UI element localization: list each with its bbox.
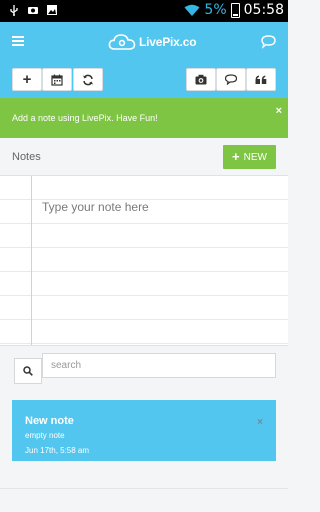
- list-item[interactable]: New note empty note Jun 17th, 5:58 am ×: [12, 400, 276, 461]
- notes-header: Notes + NEW: [0, 138, 288, 176]
- logo-text: LivePix.co: [139, 35, 197, 49]
- note-timestamp: Jun 17th, 5:58 am: [25, 446, 90, 455]
- camera-icon: [195, 74, 207, 85]
- search-button[interactable]: [14, 358, 42, 384]
- clock: 05:58: [243, 2, 284, 18]
- status-bar-system: 5% 05:58: [184, 2, 284, 18]
- calendar-button[interactable]: [42, 68, 72, 91]
- refresh-button[interactable]: [73, 68, 103, 91]
- new-note-label: NEW: [243, 151, 267, 163]
- plus-icon: +: [22, 71, 32, 88]
- quote-icon: [255, 75, 267, 84]
- chat-icon[interactable]: [261, 34, 276, 49]
- add-button[interactable]: +: [12, 68, 42, 91]
- logo: LivePix.co: [108, 30, 197, 54]
- search-icon: [23, 366, 33, 376]
- note-preview: empty note: [25, 431, 65, 440]
- cloud-logo-icon: [108, 34, 136, 50]
- comment-icon: [225, 74, 237, 85]
- delete-note-icon[interactable]: ×: [257, 417, 263, 428]
- camera-button[interactable]: [186, 68, 216, 91]
- menu-icon[interactable]: [12, 36, 24, 46]
- note-title: New note: [25, 415, 74, 427]
- screenshot-icon: [28, 7, 38, 14]
- plus-icon: +: [232, 149, 240, 164]
- wifi-icon: [184, 4, 200, 16]
- search-input[interactable]: [42, 353, 276, 378]
- usb-icon: [10, 5, 18, 16]
- battery-icon: [230, 2, 240, 18]
- image-icon: [47, 5, 57, 15]
- comment-button[interactable]: [216, 68, 246, 91]
- notepad: [0, 176, 288, 346]
- quote-button[interactable]: [246, 68, 276, 91]
- note-text-input[interactable]: [42, 200, 278, 340]
- status-bar: 5% 05:58: [0, 0, 288, 22]
- refresh-icon: [83, 74, 93, 85]
- app-bar: LivePix.co: [0, 22, 288, 62]
- search-bar: [0, 346, 288, 394]
- calendar-icon: [51, 74, 63, 86]
- info-banner: Add a note using LivePix. Have Fun! ×: [0, 98, 288, 138]
- notes-list: New note empty note Jun 17th, 5:58 am ×: [0, 394, 288, 494]
- notes-title: Notes: [12, 151, 41, 163]
- battery-percent: 5%: [204, 2, 227, 18]
- info-banner-text: Add a note using LivePix. Have Fun!: [12, 113, 158, 123]
- close-icon[interactable]: ×: [276, 105, 282, 117]
- status-bar-notifications: [8, 4, 58, 16]
- notepad-margin-line: [31, 176, 32, 345]
- toolbar: +: [0, 62, 288, 98]
- bottom-area: [0, 488, 288, 512]
- new-note-button[interactable]: + NEW: [223, 145, 276, 169]
